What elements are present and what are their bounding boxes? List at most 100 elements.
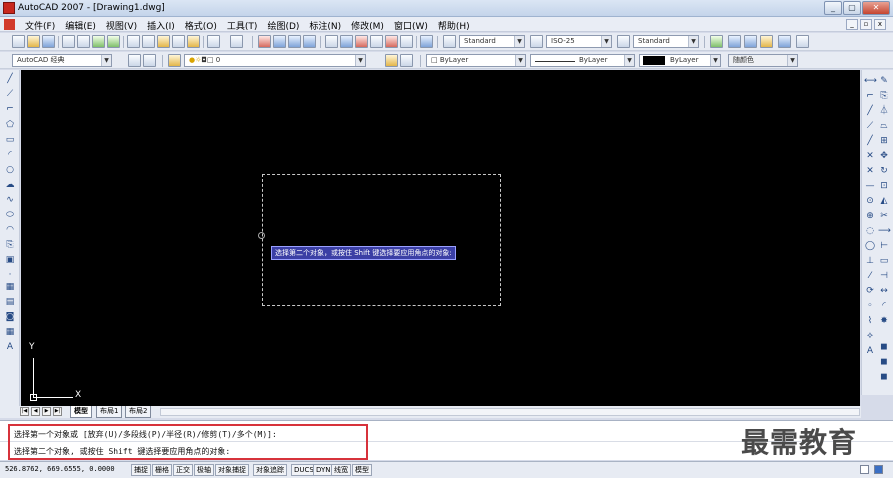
osnap-toggle[interactable]: 对象捕捉 [215, 464, 249, 476]
3d-dwf-icon[interactable] [107, 35, 120, 48]
save-icon[interactable] [42, 35, 55, 48]
menu-edit[interactable]: 编辑(E) [60, 18, 101, 33]
menu-view[interactable]: 视图(V) [101, 18, 142, 33]
text-icon[interactable]: A [864, 346, 876, 357]
options-icon[interactable] [796, 35, 809, 48]
array-icon[interactable]: ⊞ [878, 136, 890, 147]
dim-ordinate-icon[interactable]: ⟋ [864, 121, 876, 132]
prev-tab-button[interactable]: ◀ [31, 407, 40, 416]
workspace-settings-icon[interactable] [128, 54, 141, 67]
zoom-window-icon[interactable] [288, 35, 301, 48]
layer-walk-icon[interactable]: ◼ [878, 342, 890, 353]
tool-palettes-icon[interactable] [355, 35, 368, 48]
make-current-layer-icon[interactable] [385, 54, 398, 67]
dim-aligned-icon[interactable]: ⌐ [864, 91, 876, 102]
dim-update-icon[interactable]: ◦ [864, 301, 876, 312]
tab-layout2[interactable]: 布局2 [125, 406, 152, 418]
join-icon[interactable]: ⊣ [878, 271, 890, 282]
dim-angular-icon[interactable]: — [864, 181, 876, 192]
dim-radius-icon[interactable]: ╱ [864, 136, 876, 147]
mirror-icon[interactable]: ⏃ [878, 106, 890, 117]
first-tab-button[interactable]: |◀ [20, 407, 29, 416]
close-button[interactable]: ✕ [862, 1, 890, 15]
extend-icon[interactable]: ⟶ [878, 226, 891, 237]
polygon-icon[interactable]: ⬠ [4, 120, 16, 131]
sheet-set-icon[interactable] [370, 35, 383, 48]
drawing-area[interactable]: 选择第二个对象，或按住 Shift 键选择要应用角点的对象: Y X [21, 70, 860, 406]
arc-icon[interactable]: ◜ [4, 150, 16, 161]
table-icon[interactable]: ▦ [4, 327, 16, 338]
dim-diameter-icon[interactable]: ✕ [864, 166, 876, 177]
revision-cloud-icon[interactable]: ☁ [4, 180, 16, 191]
otrack-toggle[interactable]: 对象追踪 [253, 464, 287, 476]
point-icon[interactable]: · [4, 270, 16, 281]
dim-style-icon[interactable] [530, 35, 543, 48]
viewport-icon[interactable] [778, 35, 791, 48]
ellipse-icon[interactable]: ⬭ [4, 210, 16, 221]
last-tab-button[interactable]: ▶| [53, 407, 62, 416]
region-icon[interactable]: ◙ [4, 312, 16, 323]
insert-block-icon[interactable]: ⎘ [4, 240, 16, 251]
grid-toggle[interactable]: 栅格 [152, 464, 172, 476]
open-icon[interactable] [27, 35, 40, 48]
polar-toggle[interactable]: 极轴 [194, 464, 214, 476]
hatch-icon[interactable]: ▦ [4, 282, 16, 293]
clean-screen-icon[interactable] [874, 465, 883, 474]
workspace-save-icon[interactable] [143, 54, 156, 67]
fillet-icon[interactable]: ◜ [878, 301, 890, 312]
scale-icon[interactable]: ⊡ [878, 181, 890, 192]
doc-minimize-button[interactable]: _ [846, 19, 858, 30]
ortho-toggle[interactable]: 正交 [173, 464, 193, 476]
status-menu-icon[interactable] [860, 465, 869, 474]
menu-help[interactable]: 帮助(H) [433, 18, 475, 33]
multiline-text-icon[interactable]: A [4, 342, 16, 353]
erase-icon[interactable]: ✎ [878, 76, 890, 87]
chamfer-icon[interactable]: ↔ [878, 286, 890, 297]
offset-icon[interactable]: ⏢ [878, 121, 890, 132]
horizontal-scrollbar[interactable] [160, 408, 860, 416]
cut-icon[interactable] [127, 35, 140, 48]
design-center-icon[interactable] [340, 35, 353, 48]
lineweight-toggle[interactable]: 线宽 [331, 464, 351, 476]
menu-window[interactable]: 窗口(W) [389, 18, 433, 33]
tolerance-icon[interactable]: ◯ [864, 241, 876, 252]
publish-icon[interactable] [92, 35, 105, 48]
snap-toggle[interactable]: 捕捉 [131, 464, 151, 476]
doc-close-button[interactable]: x [874, 19, 886, 30]
ellipse-arc-icon[interactable]: ◠ [4, 225, 16, 236]
calculator-icon[interactable] [400, 35, 413, 48]
dim-arc-icon[interactable]: ╱ [864, 106, 876, 117]
table-style-select[interactable]: Standard ▼ [633, 35, 699, 48]
model-toggle[interactable]: 模型 [352, 464, 372, 476]
menu-insert[interactable]: 插入(I) [142, 18, 180, 33]
pan-icon[interactable] [258, 35, 271, 48]
rectangle-icon[interactable]: ▭ [4, 135, 16, 146]
block-editor-icon[interactable] [187, 35, 200, 48]
view-icon[interactable] [744, 35, 757, 48]
layer-previous-icon[interactable] [400, 54, 413, 67]
dim-edit-icon[interactable]: ⁄ [864, 271, 876, 282]
match-properties-icon[interactable] [172, 35, 185, 48]
construction-line-icon[interactable]: ⟋ [4, 89, 16, 100]
table-style-icon[interactable] [617, 35, 630, 48]
help-icon[interactable] [420, 35, 433, 48]
explode-icon[interactable]: ✸ [878, 316, 890, 327]
next-tab-button[interactable]: ▶ [42, 407, 51, 416]
dim-baseline-icon[interactable]: ⊕ [864, 211, 876, 222]
move-icon[interactable]: ✥ [878, 151, 890, 162]
plot-preview-icon[interactable] [77, 35, 90, 48]
trim-icon[interactable]: ✂ [878, 211, 890, 222]
dim-jogged-icon[interactable]: ✕ [864, 151, 876, 162]
layer-isolate-icon[interactable]: ◼ [878, 357, 890, 368]
zoom-realtime-icon[interactable] [273, 35, 286, 48]
copy-icon[interactable] [142, 35, 155, 48]
rotate-icon[interactable]: ↻ [878, 166, 890, 177]
copy-object-icon[interactable]: ⎘ [878, 91, 890, 102]
draw-order-icon[interactable]: ⟡ [864, 331, 876, 342]
undo-icon[interactable] [207, 35, 220, 48]
quick-dim-icon[interactable]: ⊙ [864, 196, 876, 207]
refresh-icon[interactable] [710, 35, 723, 48]
redo-icon[interactable] [230, 35, 243, 48]
workspace-select[interactable]: AutoCAD 经典 ▼ [12, 54, 112, 67]
plotstyle-select[interactable]: 随颜色 ▼ [728, 54, 798, 67]
